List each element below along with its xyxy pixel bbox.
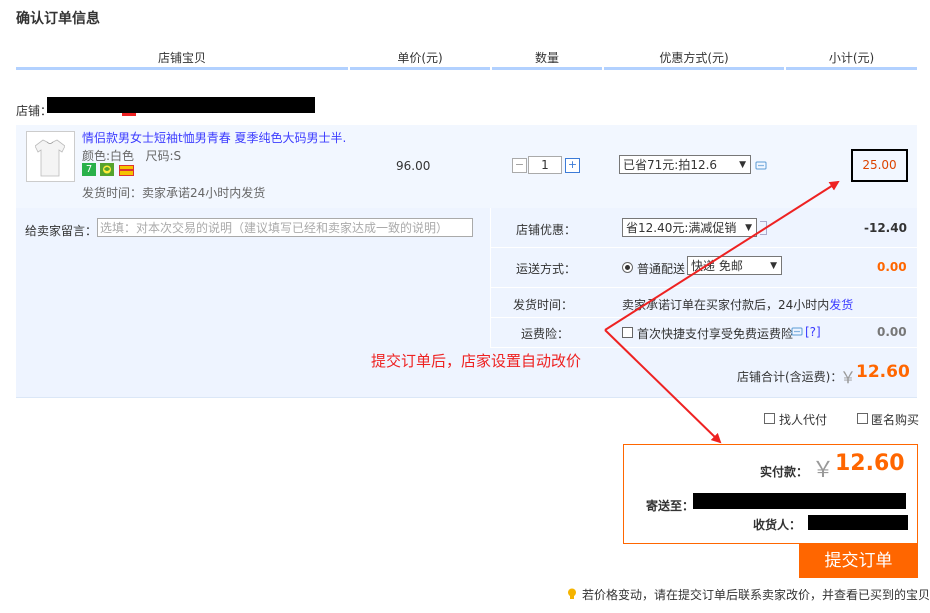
annotation-text: 提交订单后，店家设置自动改价 (371, 352, 582, 370)
annotation-arrows (604, 180, 840, 444)
arrow-to-subtotal (604, 180, 840, 331)
arrow-to-payment (604, 329, 722, 444)
